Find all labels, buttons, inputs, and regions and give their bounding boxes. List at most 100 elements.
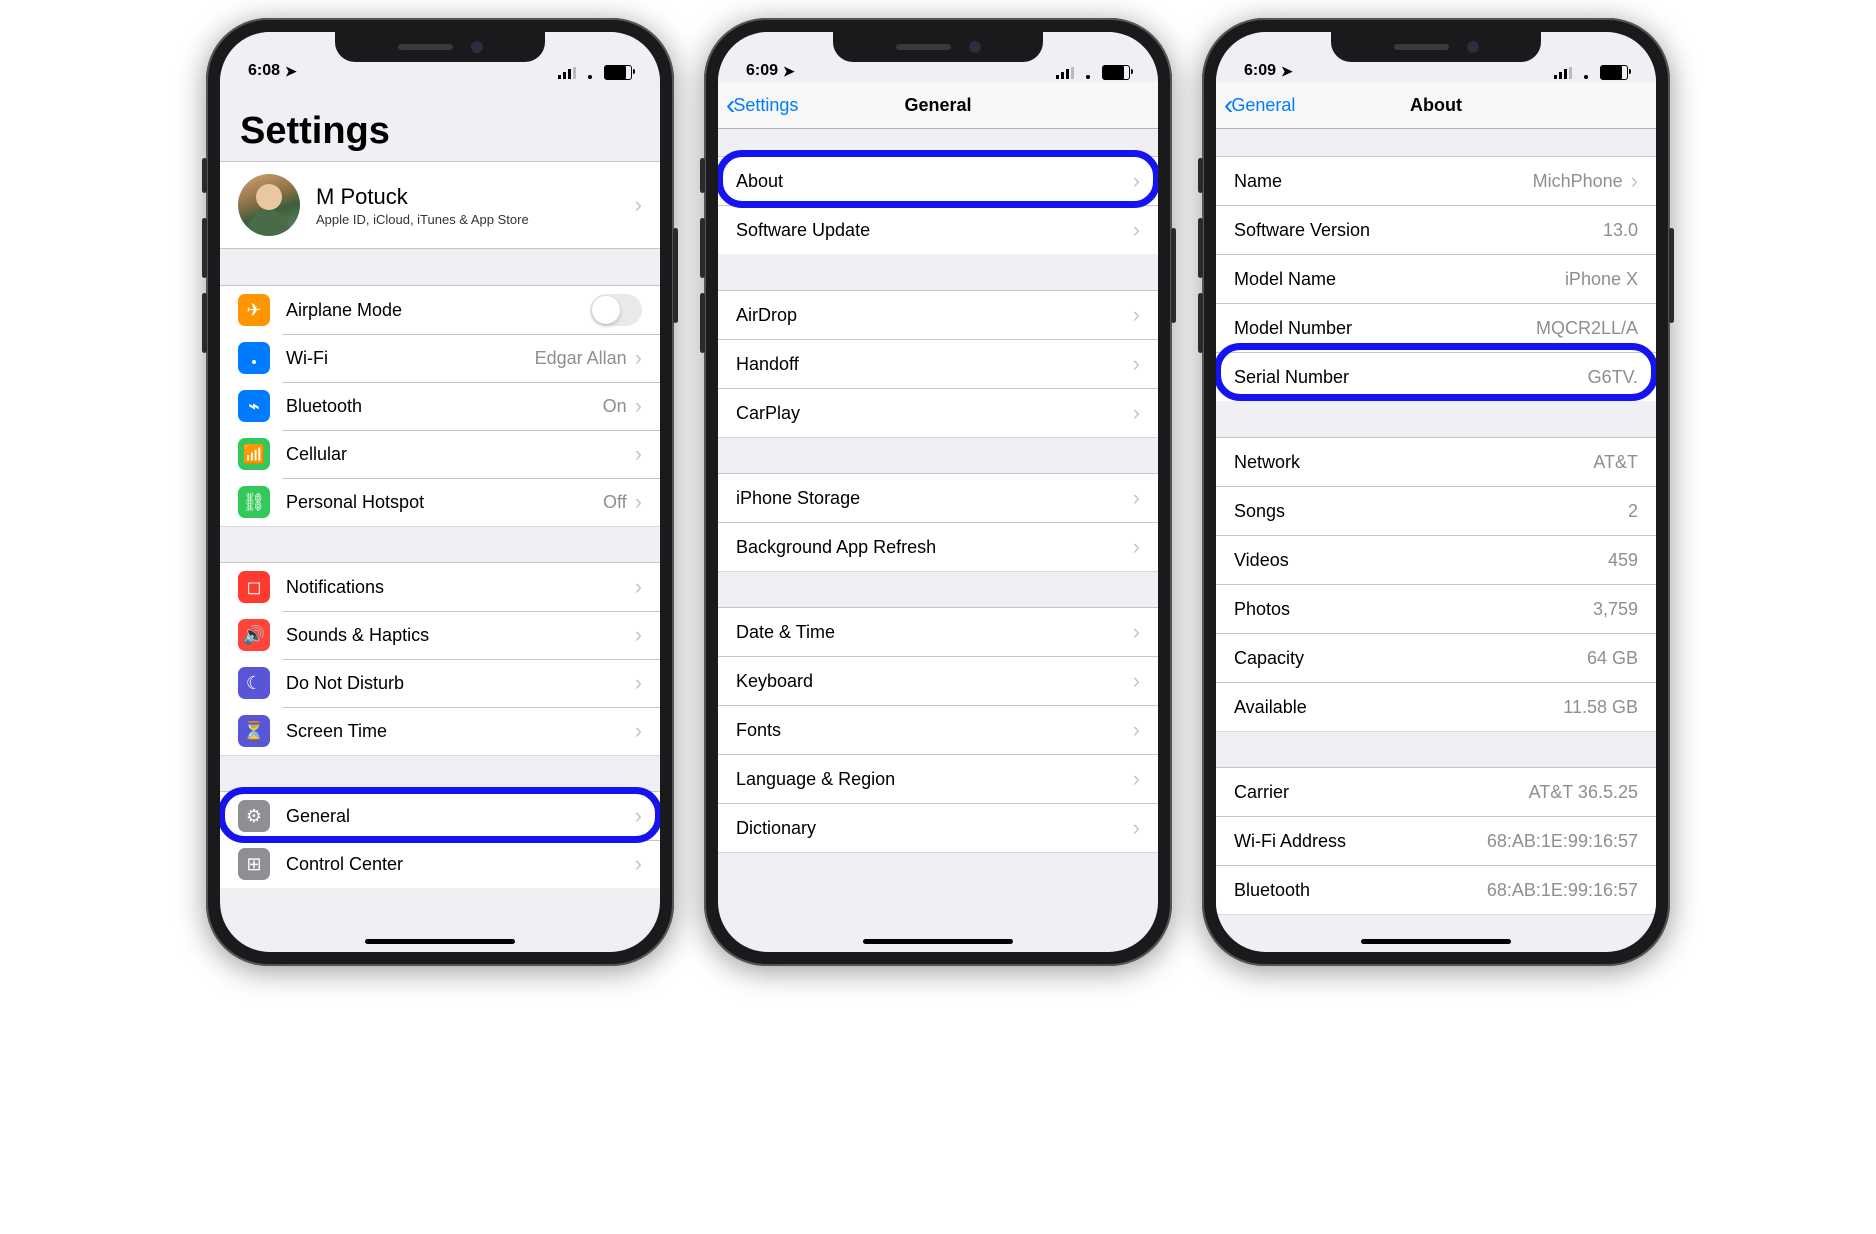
chevron-right-icon: › <box>1133 304 1140 326</box>
wifi-icon <box>1080 67 1096 79</box>
row-date-time[interactable]: Date & Time › <box>718 607 1158 656</box>
row-wifi-address[interactable]: Wi-Fi Address 68:AB:1E:99:16:57 <box>1216 816 1656 865</box>
row-iphone-storage[interactable]: iPhone Storage › <box>718 473 1158 522</box>
phone-about: 6:09 ➤ ‹ General About Name MichPhone › <box>1202 18 1670 966</box>
row-available[interactable]: Available 11.58 GB <box>1216 682 1656 731</box>
row-handoff[interactable]: Handoff › <box>718 339 1158 388</box>
cellular-icon: 📶 <box>238 438 270 470</box>
screen-time-icon: ⏳ <box>238 715 270 747</box>
row-model-name[interactable]: Model Name iPhone X <box>1216 254 1656 303</box>
row-serial-number[interactable]: Serial Number G6TV. <box>1216 352 1656 401</box>
row-songs[interactable]: Songs 2 <box>1216 486 1656 535</box>
row-airplane-mode[interactable]: ✈︎ Airplane Mode <box>220 285 660 334</box>
notch <box>1331 32 1541 62</box>
battery-icon <box>1102 65 1130 80</box>
row-screen-time[interactable]: ⏳ Screen Time › <box>220 707 660 755</box>
home-indicator[interactable] <box>1361 939 1511 944</box>
row-capacity[interactable]: Capacity 64 GB <box>1216 633 1656 682</box>
row-about[interactable]: About › <box>718 156 1158 205</box>
chevron-right-icon: › <box>1133 621 1140 643</box>
chevron-right-icon: › <box>1133 817 1140 839</box>
battery-icon <box>1600 65 1628 80</box>
row-name[interactable]: Name MichPhone › <box>1216 156 1656 205</box>
row-general[interactable]: ⚙︎ General › <box>220 791 660 840</box>
row-notifications[interactable]: ◻︎ Notifications › <box>220 562 660 611</box>
row-carrier[interactable]: Carrier AT&T 36.5.25 <box>1216 767 1656 816</box>
chevron-right-icon: › <box>635 576 642 598</box>
chevron-right-icon: › <box>1133 353 1140 375</box>
status-time: 6:08 <box>248 62 280 80</box>
nav-bar: ‹ General About <box>1216 82 1656 129</box>
chevron-right-icon: › <box>1133 536 1140 558</box>
chevron-right-icon: › <box>1631 170 1638 192</box>
chevron-right-icon: › <box>1133 670 1140 692</box>
row-dnd[interactable]: ☾ Do Not Disturb › <box>220 659 660 707</box>
wifi-icon <box>1578 67 1594 79</box>
chevron-right-icon: › <box>1133 402 1140 424</box>
row-network[interactable]: Network AT&T <box>1216 437 1656 486</box>
row-photos[interactable]: Photos 3,759 <box>1216 584 1656 633</box>
phone-general: 6:09 ➤ ‹ Settings General About › <box>704 18 1172 966</box>
row-hotspot[interactable]: ⛓ Personal Hotspot Off › <box>220 478 660 526</box>
chevron-right-icon: › <box>635 347 642 369</box>
location-icon: ➤ <box>783 64 795 78</box>
home-indicator[interactable] <box>863 939 1013 944</box>
sounds-icon: 🔊 <box>238 619 270 651</box>
chevron-right-icon: › <box>635 853 642 875</box>
row-software-update[interactable]: Software Update › <box>718 205 1158 254</box>
dnd-icon: ☾ <box>238 667 270 699</box>
back-button[interactable]: ‹ Settings <box>726 91 798 119</box>
row-carplay[interactable]: CarPlay › <box>718 388 1158 437</box>
chevron-right-icon: › <box>1133 219 1140 241</box>
chevron-right-icon: › <box>635 395 642 417</box>
phone-settings: 6:08 ➤ Settings M Potuck Apple ID, iClou… <box>206 18 674 966</box>
cellular-signal-icon <box>1554 67 1572 79</box>
row-sounds[interactable]: 🔊 Sounds & Haptics › <box>220 611 660 659</box>
chevron-right-icon: › <box>635 805 642 827</box>
row-dictionary[interactable]: Dictionary › <box>718 803 1158 852</box>
airplane-toggle[interactable] <box>590 294 642 326</box>
chevron-right-icon: › <box>635 720 642 742</box>
row-model-number[interactable]: Model Number MQCR2LL/A <box>1216 303 1656 352</box>
row-wifi[interactable]: Wi-Fi Edgar Allan › <box>220 334 660 382</box>
gear-icon: ⚙︎ <box>238 800 270 832</box>
row-bluetooth-address[interactable]: Bluetooth 68:AB:1E:99:16:57 <box>1216 865 1656 914</box>
wifi-settings-icon <box>238 342 270 374</box>
chevron-right-icon: › <box>1133 768 1140 790</box>
chevron-right-icon: › <box>1133 170 1140 192</box>
row-airdrop[interactable]: AirDrop › <box>718 290 1158 339</box>
nav-bar: ‹ Settings General <box>718 82 1158 129</box>
row-bg-refresh[interactable]: Background App Refresh › <box>718 522 1158 571</box>
chevron-right-icon: › <box>1133 719 1140 741</box>
notch <box>335 32 545 62</box>
row-software-version[interactable]: Software Version 13.0 <box>1216 205 1656 254</box>
back-button[interactable]: ‹ General <box>1224 91 1295 119</box>
wifi-icon <box>582 67 598 79</box>
page-title: Settings <box>220 80 660 161</box>
row-cellular[interactable]: 📶 Cellular › <box>220 430 660 478</box>
control-center-icon: ⊞ <box>238 848 270 880</box>
apple-id-row[interactable]: M Potuck Apple ID, iCloud, iTunes & App … <box>220 161 660 249</box>
chevron-right-icon: › <box>1133 487 1140 509</box>
status-time: 6:09 <box>1244 62 1276 80</box>
airplane-icon: ✈︎ <box>238 294 270 326</box>
hotspot-icon: ⛓ <box>238 486 270 518</box>
row-language-region[interactable]: Language & Region › <box>718 754 1158 803</box>
row-control-center[interactable]: ⊞ Control Center › <box>220 840 660 888</box>
profile-subtitle: Apple ID, iCloud, iTunes & App Store <box>316 212 529 227</box>
row-fonts[interactable]: Fonts › <box>718 705 1158 754</box>
location-icon: ➤ <box>285 64 297 78</box>
status-time: 6:09 <box>746 62 778 80</box>
cellular-signal-icon <box>558 67 576 79</box>
home-indicator[interactable] <box>365 939 515 944</box>
avatar <box>238 174 300 236</box>
location-icon: ➤ <box>1281 64 1293 78</box>
bluetooth-icon: ⌁ <box>238 390 270 422</box>
chevron-right-icon: › <box>635 491 642 513</box>
notch <box>833 32 1043 62</box>
battery-icon <box>604 65 632 80</box>
row-videos[interactable]: Videos 459 <box>1216 535 1656 584</box>
row-keyboard[interactable]: Keyboard › <box>718 656 1158 705</box>
row-bluetooth[interactable]: ⌁ Bluetooth On › <box>220 382 660 430</box>
profile-name: M Potuck <box>316 184 529 210</box>
